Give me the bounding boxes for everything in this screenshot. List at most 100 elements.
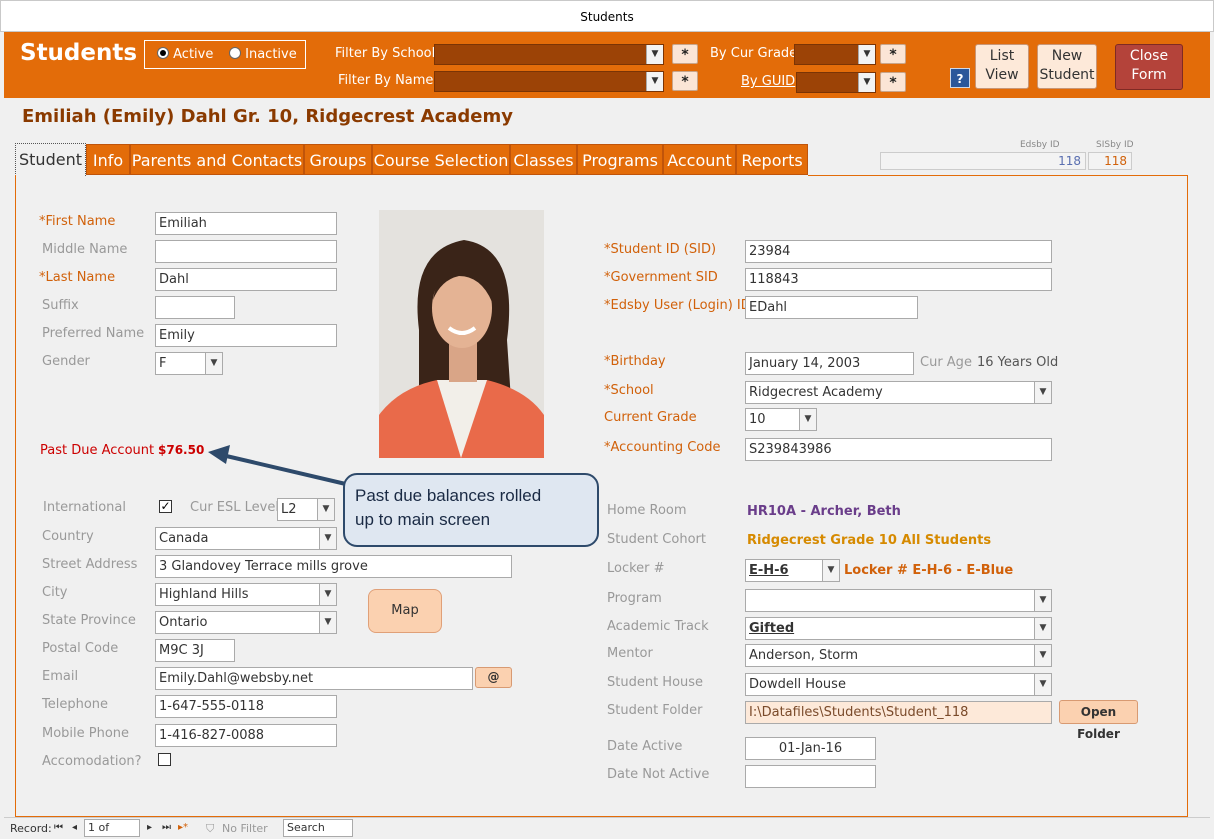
date-not-active-field[interactable] xyxy=(745,765,876,788)
guid-link[interactable]: By GUID xyxy=(741,74,795,89)
chevron-down-icon[interactable]: ▼ xyxy=(858,73,875,92)
no-filter-indicator[interactable]: No Filter xyxy=(222,822,268,835)
chevron-down-icon[interactable]: ▼ xyxy=(646,72,663,91)
chevron-down-icon[interactable]: ▼ xyxy=(858,45,875,64)
first-record-icon[interactable]: ⏮ xyxy=(54,822,63,833)
mobile-phone-label: Mobile Phone xyxy=(42,726,130,741)
filter-icon[interactable]: ⛉ xyxy=(206,822,214,836)
edsby-user-id-field[interactable]: EDahl xyxy=(745,296,918,319)
date-not-active-label: Date Not Active xyxy=(607,767,710,782)
chevron-down-icon[interactable]: ▼ xyxy=(319,528,336,549)
accommodation-checkbox[interactable] xyxy=(158,753,171,766)
send-email-button[interactable]: @ xyxy=(475,667,512,688)
clear-grade-filter-button[interactable]: * xyxy=(880,44,906,64)
student-cohort-value[interactable]: Ridgecrest Grade 10 All Students xyxy=(747,533,991,548)
previous-record-icon[interactable]: ◂ xyxy=(72,822,77,833)
sisby-id-label: SISby ID xyxy=(1096,140,1134,150)
postal-code-label: Postal Code xyxy=(42,641,119,656)
mentor-combo[interactable]: Anderson, Storm ▼ xyxy=(745,644,1052,667)
government-sid-field[interactable]: 118843 xyxy=(745,268,1052,291)
search-input[interactable]: Search xyxy=(283,819,353,837)
postal-code-field[interactable]: M9C 3J xyxy=(155,639,235,662)
tab-info[interactable]: Info xyxy=(86,144,130,175)
tab-parents-and-contacts[interactable]: Parents and Contacts xyxy=(130,144,304,175)
gender-combo[interactable]: F ▼ xyxy=(155,352,223,375)
street-address-field[interactable]: 3 Glandovey Terrace mills grove xyxy=(155,555,512,578)
help-icon[interactable]: ? xyxy=(950,68,970,88)
clear-school-filter-button[interactable]: * xyxy=(672,44,698,64)
student-id-field[interactable]: 23984 xyxy=(745,240,1052,263)
chevron-down-icon[interactable]: ▼ xyxy=(319,612,336,633)
date-active-field[interactable]: 01-Jan-16 xyxy=(745,737,876,760)
chevron-down-icon[interactable]: ▼ xyxy=(1034,645,1051,666)
accounting-code-field[interactable]: S239843986 xyxy=(745,438,1052,461)
date-active-label: Date Active xyxy=(607,739,683,754)
last-record-icon[interactable]: ⏭ xyxy=(162,822,171,833)
chevron-down-icon[interactable]: ▼ xyxy=(205,353,222,374)
record-position-field[interactable]: 1 of 2389 xyxy=(84,819,140,839)
tab-classes[interactable]: Classes xyxy=(510,144,577,175)
state-province-combo[interactable]: Ontario ▼ xyxy=(155,611,337,634)
new-record-icon[interactable]: ▸* xyxy=(178,822,188,833)
home-room-value[interactable]: HR10A - Archer, Beth xyxy=(747,504,901,519)
guid-combo[interactable]: ▼ xyxy=(796,72,876,93)
list-view-button[interactable]: List View xyxy=(975,44,1029,89)
chevron-down-icon[interactable]: ▼ xyxy=(646,45,663,64)
check-icon: ✓ xyxy=(160,499,171,513)
locker-combo[interactable]: E-H-6 ▼ xyxy=(745,559,840,582)
filter-school-combo[interactable]: ▼ xyxy=(434,44,664,65)
chevron-down-icon[interactable]: ▼ xyxy=(822,560,839,581)
esl-level-combo[interactable]: L2 ▼ xyxy=(277,498,335,521)
mobile-phone-field[interactable]: 1-416-827-0088 xyxy=(155,724,337,747)
student-photo-image xyxy=(379,210,544,458)
tab-programs[interactable]: Programs xyxy=(577,144,663,175)
map-button[interactable]: Map xyxy=(368,589,442,633)
tab-groups[interactable]: Groups xyxy=(304,144,372,175)
status-inactive-option[interactable]: Inactive xyxy=(229,47,297,62)
chevron-down-icon[interactable]: ▼ xyxy=(1034,674,1051,695)
cur-grade-combo[interactable]: ▼ xyxy=(794,44,876,65)
new-student-button[interactable]: New Student xyxy=(1037,44,1097,89)
middle-name-field[interactable] xyxy=(155,240,337,263)
edsby-id-label: Edsby ID xyxy=(1020,140,1060,150)
last-name-field[interactable]: Dahl xyxy=(155,268,337,291)
country-combo[interactable]: Canada ▼ xyxy=(155,527,337,550)
preferred-name-field[interactable]: Emily xyxy=(155,324,337,347)
email-field[interactable]: Emily.Dahl@websby.net xyxy=(155,667,473,690)
telephone-field[interactable]: 1-647-555-0118 xyxy=(155,695,337,718)
chevron-down-icon[interactable]: ▼ xyxy=(1034,382,1051,403)
chevron-down-icon[interactable]: ▼ xyxy=(1034,618,1051,639)
chevron-down-icon[interactable]: ▼ xyxy=(317,499,334,520)
filter-name-combo[interactable]: ▼ xyxy=(434,71,664,92)
school-combo[interactable]: Ridgecrest Academy ▼ xyxy=(745,381,1052,404)
open-folder-button[interactable]: Open Folder xyxy=(1059,700,1138,741)
country-label: Country xyxy=(42,529,94,544)
clear-guid-filter-button[interactable]: * xyxy=(880,72,906,92)
student-id-label: *Student ID (SID) xyxy=(604,242,717,257)
telephone-label: Telephone xyxy=(42,697,109,712)
student-folder-field[interactable]: I:\Datafiles\Students\Student_118 xyxy=(745,701,1052,724)
tab-course-selection[interactable]: Course Selection xyxy=(372,144,510,175)
tab-account[interactable]: Account xyxy=(663,144,736,175)
first-name-field[interactable]: Emiliah xyxy=(155,212,337,235)
tab-reports[interactable]: Reports xyxy=(736,144,808,175)
status-active-option[interactable]: Active xyxy=(157,47,213,62)
tab-student[interactable]: Student xyxy=(15,143,86,176)
next-record-icon[interactable]: ▸ xyxy=(147,822,152,833)
academic-track-combo[interactable]: Gifted ▼ xyxy=(745,617,1052,640)
suffix-field[interactable] xyxy=(155,296,235,319)
clear-name-filter-button[interactable]: * xyxy=(672,71,698,91)
current-grade-combo[interactable]: 10 ▼ xyxy=(745,408,817,431)
state-province-label: State Province xyxy=(42,613,136,628)
chevron-down-icon[interactable]: ▼ xyxy=(319,584,336,605)
close-form-button[interactable]: Close Form xyxy=(1115,44,1183,90)
student-house-combo[interactable]: Dowdell House ▼ xyxy=(745,673,1052,696)
city-combo[interactable]: Highland Hills ▼ xyxy=(155,583,337,606)
chevron-down-icon[interactable]: ▼ xyxy=(1034,590,1051,611)
program-combo[interactable]: ▼ xyxy=(745,589,1052,612)
home-room-label: Home Room xyxy=(607,503,687,518)
birthday-field[interactable]: January 14, 2003 xyxy=(745,352,914,375)
chevron-down-icon[interactable]: ▼ xyxy=(799,409,816,430)
international-checkbox[interactable]: ✓ xyxy=(159,500,172,513)
esl-level-label: Cur ESL Level xyxy=(190,500,279,515)
